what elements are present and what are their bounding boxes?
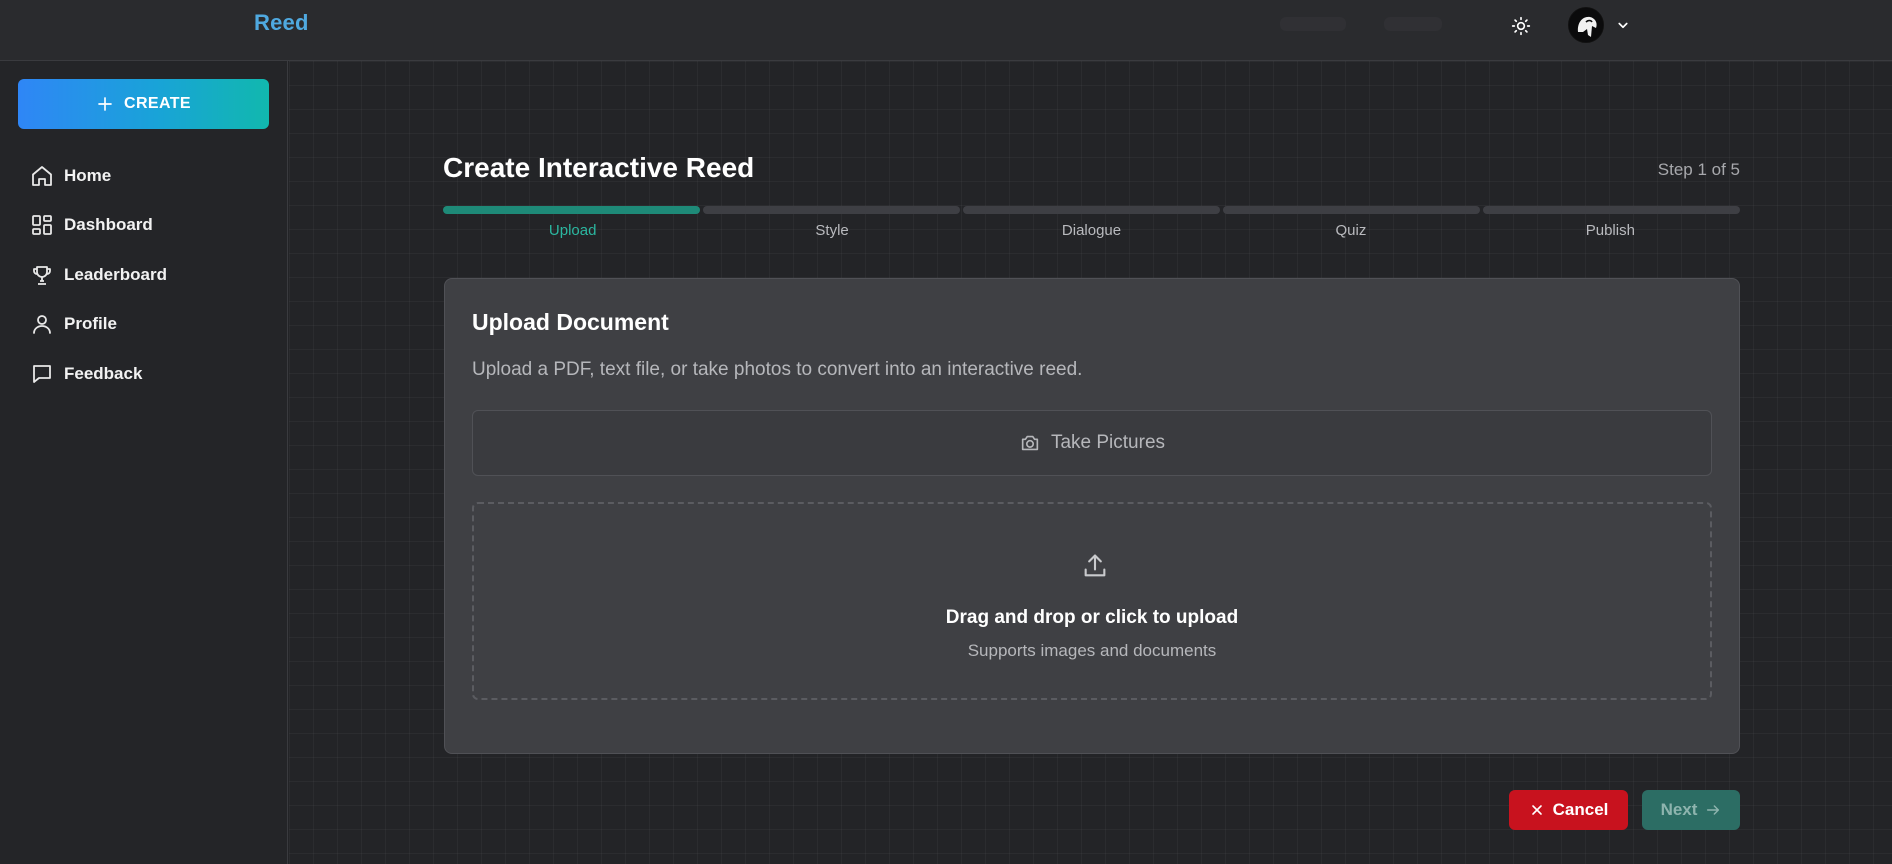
camera-icon (1021, 435, 1039, 451)
dropzone-title: Drag and drop or click to upload (945, 607, 1239, 628)
next-button[interactable]: Next (1642, 790, 1740, 830)
page-title: Create Interactive Reed (443, 152, 755, 183)
home-icon (32, 166, 52, 186)
progress-segment-style (703, 206, 960, 214)
avatar[interactable] (1568, 7, 1604, 43)
progress-segment-dialogue (963, 206, 1220, 214)
take-pictures-label: Take Pictures (1050, 432, 1166, 453)
cancel-button-label: Cancel (1552, 800, 1609, 819)
dashboard-icon (32, 215, 52, 235)
sidebar-item-home[interactable]: Home (30, 163, 111, 189)
sidebar-item-feedback[interactable]: Feedback (30, 361, 142, 387)
sun-icon (1511, 16, 1531, 36)
theme-toggle-button[interactable] (1508, 13, 1534, 39)
step-label-dialogue: Dialogue (1061, 222, 1122, 239)
sidebar-item-label: Home (64, 166, 112, 185)
sidebar-item-label: Dashboard (64, 215, 153, 234)
file-dropzone[interactable]: Drag and drop or click to upload Support… (472, 502, 1712, 700)
card-description: Upload a PDF, text file, or take photos … (472, 359, 1083, 380)
card-title: Upload Document (472, 309, 669, 335)
create-button-label: CREATE (124, 95, 191, 112)
sidebar: CREATE Home Dashboard Leaderboard Profil… (0, 61, 288, 864)
sidebar-item-label: Profile (64, 314, 117, 333)
progress-segment-upload (443, 206, 700, 214)
helmet-avatar-icon (1569, 8, 1603, 42)
step-progress-bar (443, 206, 1740, 214)
upload-icon (1084, 554, 1106, 577)
app-logo[interactable]: Reed (254, 10, 309, 36)
create-button[interactable]: CREATE (18, 79, 269, 129)
next-button-label: Next (1660, 800, 1698, 819)
close-icon (1531, 805, 1542, 815)
faded-nav-link[interactable] (1384, 17, 1442, 31)
dropzone-subtitle: Supports images and documents (967, 641, 1217, 660)
top-bar: Reed (0, 0, 1892, 61)
arrow-right-icon (1707, 805, 1720, 815)
sidebar-item-leaderboard[interactable]: Leaderboard (30, 262, 167, 288)
chevron-down-icon[interactable] (1614, 16, 1632, 34)
step-label-style: Style (815, 222, 849, 239)
step-label-quiz: Quiz (1335, 222, 1367, 239)
faded-nav-link[interactable] (1280, 17, 1346, 31)
take-pictures-button[interactable]: Take Pictures (472, 410, 1712, 476)
message-icon (33, 365, 51, 383)
plus-icon (98, 97, 112, 111)
upload-card: Upload Document Upload a PDF, text file,… (444, 278, 1740, 754)
step-label-publish: Publish (1585, 222, 1635, 239)
app-root: Reed CREATE Home Dashboard Leaderboard P… (0, 0, 1892, 864)
step-label-upload: Upload (548, 222, 597, 239)
progress-segment-publish (1483, 206, 1740, 214)
trophy-icon (33, 266, 51, 285)
cancel-button[interactable]: Cancel (1509, 790, 1628, 830)
sidebar-item-profile[interactable]: Profile (30, 311, 117, 337)
user-icon (33, 315, 51, 334)
sidebar-item-label: Leaderboard (64, 265, 167, 284)
step-indicator: Step 1 of 5 (1657, 160, 1740, 179)
step-labels: Upload Style Dialogue Quiz Publish (443, 222, 1740, 242)
progress-segment-quiz (1223, 206, 1480, 214)
sidebar-item-dashboard[interactable]: Dashboard (30, 212, 153, 238)
sidebar-item-label: Feedback (64, 364, 143, 383)
